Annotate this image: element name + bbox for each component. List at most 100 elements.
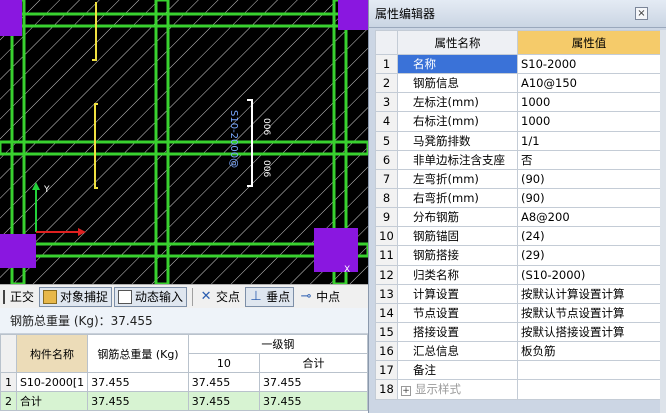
property-name: 非单边标注含支座 <box>397 149 518 170</box>
expand-icon[interactable]: + <box>401 386 411 397</box>
property-row[interactable]: 13 计算设置 按默认计算设置计算 <box>375 283 661 304</box>
header-d10: 10 <box>187 353 260 373</box>
property-value[interactable]: 否 <box>517 149 661 170</box>
header-name: 构件名称 <box>15 334 89 373</box>
row-index: 3 <box>375 92 398 113</box>
property-name-label: 显示样式 <box>415 382 461 397</box>
property-name: 归类名称 <box>397 264 518 285</box>
close-button[interactable]: × <box>635 7 648 20</box>
axis-x-label: X <box>344 265 350 275</box>
property-row[interactable]: 3 左标注(mm) 1000 <box>375 92 661 113</box>
property-value[interactable]: (S10-2000) <box>517 264 661 285</box>
cell-name: 合计 <box>15 391 89 411</box>
property-row[interactable]: 4 右标注(mm) 1000 <box>375 111 661 132</box>
table-row[interactable]: 1 S10-2000[1 37.455 37.455 37.455 <box>0 372 369 392</box>
row-index: 12 <box>375 264 398 285</box>
ortho-label: 正交 <box>10 290 35 304</box>
property-name: 分布钢筋 <box>397 207 518 228</box>
property-row[interactable]: 7 左弯折(mm) (90) <box>375 168 661 189</box>
property-value[interactable]: 1000 <box>517 92 661 113</box>
cross-icon: ✕ <box>200 288 212 304</box>
perpendicular-snap[interactable]: ⊥ 垂点 <box>245 286 295 307</box>
dynamic-input-toggle[interactable]: 动态输入 <box>114 286 188 307</box>
dynamic-input-icon <box>118 289 133 304</box>
property-row[interactable]: 11 钢筋搭接 (29) <box>375 245 661 266</box>
property-row[interactable]: 17 备注 <box>375 360 661 381</box>
property-name: 汇总信息 <box>397 341 518 362</box>
rebar-label: S10-2000@ <box>228 110 239 168</box>
property-row[interactable]: 10 钢筋锚固 (24) <box>375 226 661 247</box>
property-value[interactable]: 按默认节点设置计算 <box>517 302 661 323</box>
cell-d10: 37.455 <box>187 372 260 392</box>
property-value[interactable]: (90) <box>517 168 661 189</box>
row-index: 15 <box>375 321 398 343</box>
property-row[interactable]: 8 右弯折(mm) (90) <box>375 187 661 209</box>
property-row[interactable]: 2 钢筋信息 A10@150 <box>375 73 661 94</box>
intersection-snap[interactable]: ✕ 交点 <box>196 287 243 307</box>
row-index: 17 <box>375 360 398 381</box>
property-value[interactable]: 1/1 <box>517 130 661 151</box>
property-row[interactable]: 1 名称 S10-2000 <box>375 53 661 75</box>
property-row[interactable]: 16 汇总信息 板负筋 <box>375 341 661 362</box>
perpendicular-label: 垂点 <box>266 290 291 304</box>
property-name: 右标注(mm) <box>397 111 518 132</box>
property-value[interactable]: (29) <box>517 245 661 266</box>
property-name: 名称 <box>397 53 518 75</box>
property-name: 备注 <box>397 360 518 381</box>
property-value[interactable]: 按默认搭接设置计算 <box>517 321 661 343</box>
midpoint-snap[interactable]: ⊸ 中点 <box>296 287 343 307</box>
property-value[interactable]: A10@150 <box>517 73 661 94</box>
property-row[interactable]: 15 搭接设置 按默认搭接设置计算 <box>375 321 661 343</box>
midpoint-label: 中点 <box>316 290 341 304</box>
dim-label-bottom: 006 <box>261 160 271 177</box>
property-name: 马凳筋排数 <box>397 130 518 151</box>
property-value[interactable]: A8@200 <box>517 207 661 228</box>
property-value[interactable]: (90) <box>517 187 661 209</box>
ortho-toggle[interactable]: 正交 <box>0 287 37 307</box>
drawing-canvas[interactable]: S10-2000@ 006 006 Y X <box>0 0 368 284</box>
property-value[interactable]: S10-2000 <box>517 53 661 75</box>
property-value[interactable]: (24) <box>517 226 661 247</box>
property-value[interactable] <box>517 360 661 381</box>
row-index: 7 <box>375 168 398 189</box>
weight-table: 构件名称 钢筋总重量 (Kg) 一级钢 10 合计 1 S10-2000[1 3… <box>0 334 369 411</box>
corner-cell <box>375 30 398 55</box>
cell-name: S10-2000[1 <box>15 372 89 392</box>
header-total: 钢筋总重量 (Kg) <box>87 334 189 373</box>
weight-title: 钢筋总重量 (Kg)：37.455 <box>0 308 368 334</box>
property-name: 左标注(mm) <box>397 92 518 113</box>
row-index: 9 <box>375 207 398 228</box>
property-value[interactable]: 1000 <box>517 111 661 132</box>
property-row[interactable]: 14 节点设置 按默认节点设置计算 <box>375 302 661 323</box>
property-value[interactable]: 按默认计算设置计算 <box>517 283 661 304</box>
snap-icon <box>43 289 58 304</box>
table-row[interactable]: 2 合计 37.455 37.455 37.455 <box>0 391 369 411</box>
cell-total: 37.455 <box>87 391 189 411</box>
header-property-name: 属性名称 <box>397 30 518 55</box>
property-name[interactable]: + 显示样式 <box>397 379 518 400</box>
perpendicular-icon: ⊥ <box>250 288 262 304</box>
header-grade: 一级钢 <box>187 334 369 354</box>
property-value[interactable] <box>517 379 661 400</box>
row-index: 5 <box>375 130 398 151</box>
row-index: 18 <box>375 379 398 400</box>
property-value[interactable]: 板负筋 <box>517 341 661 362</box>
property-row[interactable]: 5 马凳筋排数 1/1 <box>375 130 661 151</box>
row-index: 1 <box>0 372 17 392</box>
vertical-scrollbar[interactable] <box>660 30 666 413</box>
row-index: 4 <box>375 111 398 132</box>
row-index: 8 <box>375 187 398 209</box>
property-name: 右弯折(mm) <box>397 187 518 209</box>
corner-cell <box>0 334 17 373</box>
object-snap-toggle[interactable]: 对象捕捉 <box>39 286 113 307</box>
property-row[interactable]: 6 非单边标注含支座否 <box>375 149 661 170</box>
property-row[interactable]: 18 + 显示样式 <box>375 379 661 400</box>
slab-drawing: S10-2000@ 006 006 Y X <box>0 0 368 284</box>
property-name: 左弯折(mm) <box>397 168 518 189</box>
property-editor: 属性编辑器 × 属性名称 属性值 1 名称 S10-2000 2 钢筋信息 A10@15… <box>368 0 666 413</box>
property-name: 钢筋信息 <box>397 73 518 94</box>
property-row[interactable]: 12 归类名称 (S10-2000) <box>375 264 661 285</box>
snap-toolbar: 正交 对象捕捉 动态输入 ✕ 交点 ⊥ 垂点 ⊸ 中点 <box>0 284 368 308</box>
property-row[interactable]: 9 分布钢筋 A8@200 <box>375 207 661 228</box>
axis-y-label: Y <box>43 185 50 195</box>
